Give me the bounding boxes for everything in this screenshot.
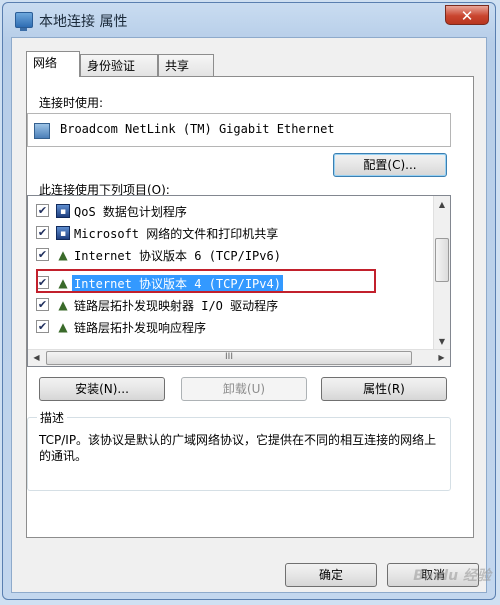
network-adapter-icon	[34, 123, 50, 139]
item-label: Microsoft 网络的文件和打印机共享	[74, 227, 279, 241]
components-list[interactable]: ✔ ▪ QoS 数据包计划程序 ✔ ▪ Microsoft 网络的文件和打印机共…	[27, 195, 451, 367]
tab-sharing[interactable]: 共享	[158, 54, 214, 76]
description-title: 描述	[37, 409, 68, 426]
close-button[interactable]: ✕	[445, 5, 489, 25]
protocol-icon: ▲	[58, 298, 68, 312]
annotation-highlight	[36, 269, 376, 293]
tab-authentication[interactable]: 身份验证	[80, 54, 158, 76]
list-item[interactable]: ✔ ▲ Internet 协议版本 6 (TCP/IPv6)	[28, 244, 432, 266]
install-button[interactable]: 安装(N)...	[39, 377, 165, 401]
item-checkbox[interactable]: ✔	[36, 248, 49, 261]
connect-using-label: 连接时使用:	[39, 96, 104, 110]
item-checkbox[interactable]: ✔	[36, 320, 49, 333]
vertical-scroll-thumb[interactable]	[435, 238, 449, 282]
window-title: 本地连接 属性	[39, 14, 128, 30]
item-checkbox[interactable]: ✔	[36, 226, 49, 239]
configure-button[interactable]: 配置(C)...	[333, 153, 447, 177]
properties-dialog: 本地连接 属性 ✕ 网络 身份验证 共享 连接时使用: Broadcom Net…	[2, 2, 496, 600]
item-checkbox[interactable]: ✔	[36, 298, 49, 311]
ok-button[interactable]: 确定	[285, 563, 377, 587]
horizontal-scroll-thumb[interactable]: III	[46, 351, 412, 365]
title-bar[interactable]: 本地连接 属性 ✕	[3, 3, 495, 37]
description-text: TCP/IP。该协议是默认的广域网络协议，它提供在不同的相互连接的网络上的通讯。	[39, 433, 437, 463]
scroll-down-icon[interactable]: ▼	[434, 333, 450, 350]
network-connection-icon	[15, 12, 33, 31]
protocol-icon: ▲	[58, 320, 68, 334]
properties-button[interactable]: 属性(R)	[321, 377, 447, 401]
item-label: 链路层拓扑发现响应程序	[74, 321, 207, 335]
adapter-field: Broadcom NetLink (TM) Gigabit Ethernet	[27, 113, 451, 147]
protocol-icon: ▲	[58, 248, 68, 262]
horizontal-scrollbar[interactable]: ◀ III ▶	[28, 349, 450, 366]
service-icon: ▪	[56, 204, 70, 218]
list-item[interactable]: ✔ ▪ Microsoft 网络的文件和打印机共享	[28, 222, 432, 244]
adapter-name: Broadcom NetLink (TM) Gigabit Ethernet	[60, 122, 335, 136]
list-item[interactable]: ✔ ▪ QoS 数据包计划程序	[28, 200, 432, 222]
tab-network[interactable]: 网络	[26, 51, 80, 77]
item-checkbox[interactable]: ✔	[36, 204, 49, 217]
list-item[interactable]: ✔ ▲ 链路层拓扑发现映射器 I/O 驱动程序	[28, 294, 432, 316]
uninstall-button[interactable]: 卸载(U)	[181, 377, 307, 401]
scroll-right-icon[interactable]: ▶	[433, 350, 450, 366]
item-label: Internet 协议版本 6 (TCP/IPv6)	[74, 249, 281, 263]
vertical-scrollbar[interactable]: ▲ ▼	[433, 196, 450, 350]
scroll-up-icon[interactable]: ▲	[434, 196, 450, 213]
service-icon: ▪	[56, 226, 70, 240]
item-label: QoS 数据包计划程序	[74, 205, 187, 219]
watermark: Baidu 经验	[413, 568, 491, 584]
list-item[interactable]: ✔ ▲ 链路层拓扑发现响应程序	[28, 316, 432, 338]
item-label: 链路层拓扑发现映射器 I/O 驱动程序	[74, 299, 279, 313]
scroll-left-icon[interactable]: ◀	[28, 350, 45, 366]
